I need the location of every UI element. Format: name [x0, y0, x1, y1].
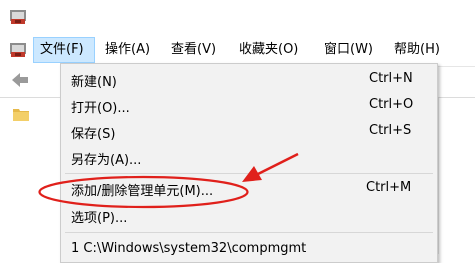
menu-item-shortcut: Ctrl+S	[369, 123, 412, 138]
menu-action[interactable]: 操作(A)	[99, 37, 156, 63]
computer-management-icon	[10, 10, 26, 24]
content-pane	[438, 97, 475, 254]
highlight-ellipse	[38, 175, 249, 209]
menu-file[interactable]: 文件(F)	[33, 37, 95, 63]
annotation-arrow	[242, 152, 299, 182]
folder-icon[interactable]	[13, 107, 29, 121]
title-bar	[0, 0, 475, 34]
menu-separator	[65, 232, 433, 233]
menu-view[interactable]: 查看(V)	[165, 37, 222, 63]
menu-item-new[interactable]: 新建(N) Ctrl+N	[61, 68, 437, 92]
menu-item-label: 另存为(A)...	[71, 153, 142, 168]
toolbar	[0, 66, 60, 96]
menu-help[interactable]: 帮助(H)	[388, 37, 446, 63]
menu-item-shortcut: Ctrl+N	[369, 71, 413, 86]
menu-item-open[interactable]: 打开(O)... Ctrl+O	[61, 94, 437, 118]
menu-item-recent-file[interactable]: 1 C:\Windows\system32\compmgmt	[61, 238, 437, 262]
menu-item-label: 新建(N)	[71, 75, 117, 90]
computer-management-icon[interactable]	[9, 41, 27, 59]
menu-item-shortcut: Ctrl+M	[366, 180, 412, 195]
menu-item-label: 打开(O)...	[71, 101, 130, 116]
back-arrow-icon[interactable]	[11, 72, 29, 88]
menu-item-label: 1 C:\Windows\system32\compmgmt	[71, 241, 307, 256]
menu-favorites[interactable]: 收藏夹(O)	[233, 37, 304, 63]
menu-item-shortcut: Ctrl+O	[369, 97, 414, 112]
menu-item-label: 保存(S)	[71, 127, 116, 142]
menu-item-save[interactable]: 保存(S) Ctrl+S	[61, 120, 437, 144]
menu-window[interactable]: 窗口(W)	[318, 37, 379, 63]
